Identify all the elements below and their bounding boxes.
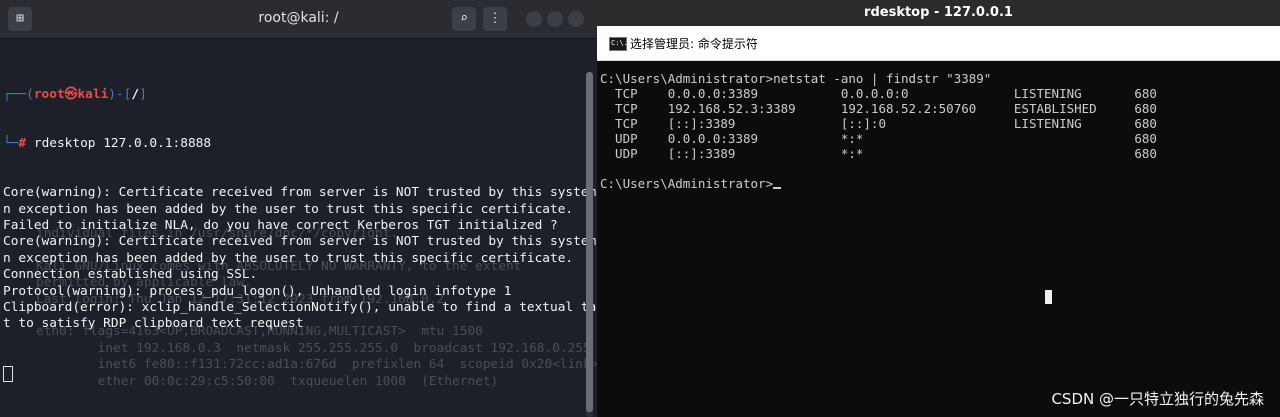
output-line: Protocol(warning): process_pdu_logon(), … bbox=[3, 283, 512, 299]
cmd-title: 选择管理员: 命令提示符 bbox=[630, 37, 758, 51]
terminal-output[interactable]: ┌──(root㉿kali)-[/] └─# rdesktop 127.0.0.… bbox=[3, 54, 597, 415]
menu-icon: ⋮ bbox=[488, 11, 502, 26]
cmd-cursor bbox=[773, 187, 782, 189]
cmd-output[interactable]: C:\Users\Administrator>netstat -ano | fi… bbox=[600, 71, 1157, 191]
rdesktop-title: rdesktop - 127.0.0.1 bbox=[864, 5, 1013, 20]
mouse-cursor-block bbox=[1045, 290, 1052, 304]
output-line: t to satisfy RDP clipboard text request bbox=[3, 316, 304, 332]
output-line: Failed to initialize NLA, do you have co… bbox=[3, 218, 558, 233]
terminal-cursor bbox=[3, 365, 13, 382]
watermark: CSDN @一只特立独行的兔先森 bbox=[1051, 390, 1264, 408]
cmd-line: UDP 0.0.0.0:3389 *:* 680 bbox=[600, 131, 1157, 146]
rdesktop-titlebar: rdesktop - 127.0.0.1 bbox=[597, 0, 1280, 26]
search-icon: ⌕ bbox=[460, 11, 468, 26]
window-title: root@kali: / bbox=[258, 10, 339, 26]
cmd-titlebar[interactable]: C:\. 选择管理员: 命令提示符 bbox=[597, 26, 1280, 61]
cmd-icon: C:\. bbox=[609, 37, 628, 51]
prompt-line-2: └─# rdesktop 127.0.0.1:8888 bbox=[3, 136, 212, 152]
cursor-line bbox=[3, 365, 585, 382]
minimize-button[interactable] bbox=[526, 11, 542, 27]
scrollbar-thumb[interactable] bbox=[586, 72, 593, 412]
output-line: n exception has been added by the user t… bbox=[3, 250, 574, 266]
output-line: n exception has been added by the user t… bbox=[3, 201, 574, 217]
search-button[interactable]: ⌕ bbox=[452, 7, 476, 31]
cmd-line bbox=[600, 161, 1157, 176]
cmd-line: C:\Users\Administrator>netstat -ano | fi… bbox=[600, 71, 992, 86]
output-line: Connection established using SSL. bbox=[3, 267, 258, 283]
scrollbar[interactable] bbox=[586, 72, 593, 417]
output-line: Core(warning): Certificate received from… bbox=[3, 185, 597, 201]
command-output: Core(warning): Certificate received from… bbox=[3, 185, 597, 333]
maximize-button[interactable] bbox=[547, 11, 563, 27]
output-line: Core(warning): Certificate received from… bbox=[3, 234, 597, 250]
terminal-window[interactable]: ⊞ root@kali: / ⌕ ⋮ individual files in /… bbox=[0, 0, 597, 417]
menu-button[interactable]: ⋮ bbox=[483, 7, 507, 31]
command-text: rdesktop 127.0.0.1:8888 bbox=[33, 136, 212, 152]
cmd-line: TCP [::]:3389 [::]:0 LISTENING 680 bbox=[600, 116, 1157, 131]
cmd-line: TCP 0.0.0.0:3389 0.0.0.0:0 LISTENING 680 bbox=[600, 86, 1157, 101]
terminal-titlebar: ⊞ root@kali: / ⌕ ⋮ bbox=[0, 0, 597, 39]
close-button[interactable] bbox=[568, 11, 584, 27]
rdesktop-window[interactable]: rdesktop - 127.0.0.1 C:\. 选择管理员: 命令提示符 C… bbox=[597, 0, 1280, 417]
cmd-line: UDP [::]:3389 *:* 680 bbox=[600, 146, 1157, 161]
output-line: Clipboard(error): xclip_handle_Selection… bbox=[3, 299, 597, 315]
cmd-line: TCP 192.168.52.3:3389 192.168.52.2:50760… bbox=[600, 101, 1157, 116]
cmd-line: C:\Users\Administrator> bbox=[600, 176, 1157, 191]
prompt-line-1: ┌──(root㉿kali)-[/] bbox=[3, 86, 147, 102]
